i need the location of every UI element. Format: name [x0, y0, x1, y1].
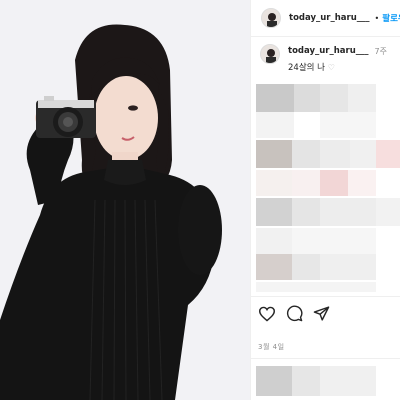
comments-blurred — [256, 84, 400, 294]
heart-icon[interactable] — [258, 306, 276, 326]
separator-dot: • — [374, 13, 380, 23]
avatar[interactable] — [261, 8, 281, 28]
caption-text: 24살의 나 — [288, 63, 325, 73]
divider — [250, 358, 400, 359]
caption: today_ur_haru___ 7주 24살의 나 ♡ — [260, 44, 400, 73]
post-username[interactable]: today_ur_haru___ — [289, 13, 370, 23]
bottom-blurred — [256, 366, 400, 400]
post-date: 3월 4일 — [258, 343, 285, 351]
post-header: today_ur_haru___ • 팔로우 — [251, 0, 400, 37]
caption-avatar[interactable] — [260, 44, 280, 64]
caption-text-row: 24살의 나 ♡ — [288, 61, 335, 73]
divider — [250, 296, 400, 297]
caption-username[interactable]: today_ur_haru___ — [288, 46, 369, 56]
follow-button[interactable]: 팔로우 — [382, 12, 400, 24]
share-icon[interactable] — [313, 305, 330, 326]
post-photo[interactable] — [0, 0, 250, 400]
action-bar — [258, 305, 340, 326]
caption-time: 7주 — [374, 47, 387, 56]
caption-heart-icon: ♡ — [327, 63, 335, 72]
comment-icon[interactable] — [286, 305, 303, 326]
